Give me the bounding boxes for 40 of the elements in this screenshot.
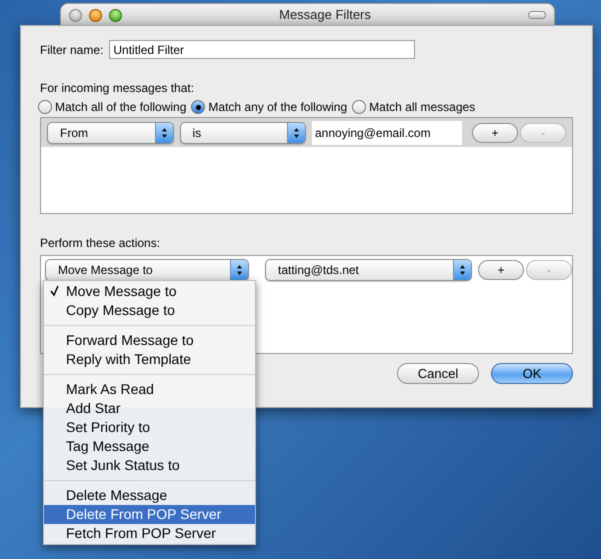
menu-item[interactable]: Delete Message	[44, 486, 255, 505]
stepper-arrows-icon	[160, 126, 168, 138]
radio-button[interactable]	[38, 100, 52, 114]
filter-name-label: Filter name:	[40, 42, 104, 58]
stepper-arrows-icon	[459, 264, 466, 276]
close-icon[interactable]	[69, 8, 82, 22]
menu-item[interactable]: Add Star	[44, 399, 255, 418]
menu-item[interactable]: Forward Message to	[44, 331, 255, 350]
radio-label: Match any of the following	[208, 99, 348, 116]
stepper-arrows-icon	[293, 126, 300, 138]
add-button[interactable]: +	[478, 260, 524, 280]
menu-item[interactable]: Move Message to	[44, 282, 255, 301]
action-popup[interactable]: Move Message to	[45, 259, 249, 281]
menu-item[interactable]: Set Junk Status to	[44, 456, 255, 475]
menu-item[interactable]: Fetch From POP Server	[44, 524, 255, 543]
ok-button[interactable]: OK	[491, 363, 573, 384]
field-popup[interactable]: From	[47, 122, 174, 144]
zoom-icon[interactable]	[109, 8, 122, 22]
radio-label: Match all messages	[369, 99, 476, 116]
conditions-label: For incoming messages that:	[40, 80, 196, 97]
operator-popup[interactable]: is	[180, 122, 306, 144]
actions-label: Perform these actions:	[40, 235, 162, 252]
value-field[interactable]: annoying@email.com	[312, 120, 462, 144]
filter-name-field[interactable]: Untitled Filter	[109, 40, 416, 59]
toolbar-toggle-icon[interactable]	[528, 11, 546, 19]
menu-item[interactable]: Tag Message	[44, 437, 255, 456]
stepper-arrows-icon	[236, 264, 243, 276]
minimize-icon[interactable]	[89, 8, 102, 22]
add-button[interactable]: +	[472, 122, 518, 142]
menu-item[interactable]: Set Priority to	[44, 418, 255, 437]
radio-label: Match all of the following	[55, 99, 186, 116]
radio-button[interactable]	[352, 100, 366, 114]
menu-item[interactable]: Mark As Read	[44, 380, 255, 399]
menu-item[interactable]: Delete From POP Server	[44, 505, 255, 524]
window-title: Message Filters	[278, 6, 372, 24]
menu-item[interactable]: Copy Message to	[44, 301, 255, 320]
target-popup[interactable]: tatting@tds.net	[265, 259, 472, 281]
menu-item[interactable]: Reply with Template	[44, 350, 255, 369]
cancel-button[interactable]: Cancel	[397, 363, 479, 384]
radio-button[interactable]	[191, 100, 206, 114]
